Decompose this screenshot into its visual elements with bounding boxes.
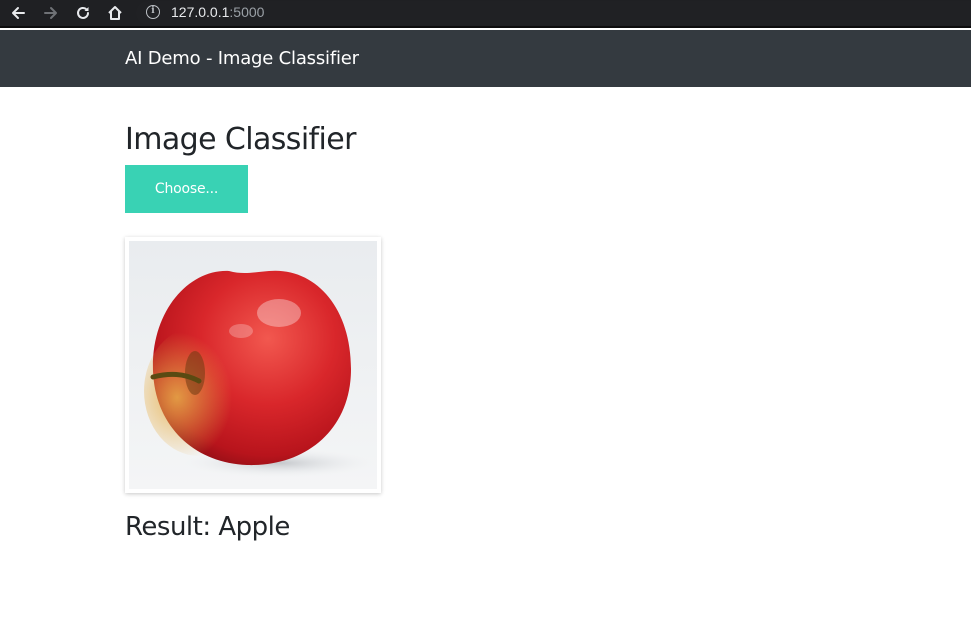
browser-toolbar: i 127.0.0.1:5000 (0, 0, 971, 28)
site-navbar: AI Demo - Image Classifier (0, 30, 971, 87)
home-icon[interactable] (103, 2, 127, 24)
navbar-brand[interactable]: AI Demo - Image Classifier (125, 48, 359, 70)
back-arrow-icon[interactable] (6, 2, 30, 24)
url-port: :5000 (229, 4, 265, 20)
choose-file-button[interactable]: Choose... (125, 165, 248, 213)
info-icon[interactable]: i (146, 5, 160, 19)
result-value: Apple (218, 512, 290, 542)
page-title: Image Classifier (125, 122, 356, 157)
forward-arrow-icon[interactable] (39, 2, 63, 24)
result-prefix: Result: (125, 512, 219, 542)
reload-icon[interactable] (71, 2, 95, 24)
url-host: 127.0.0.1 (171, 4, 230, 20)
url-text[interactable]: 127.0.0.1:5000 (171, 4, 264, 20)
result-text: Result: Apple (125, 510, 290, 544)
apple-photo (129, 241, 377, 489)
image-preview (125, 237, 381, 493)
